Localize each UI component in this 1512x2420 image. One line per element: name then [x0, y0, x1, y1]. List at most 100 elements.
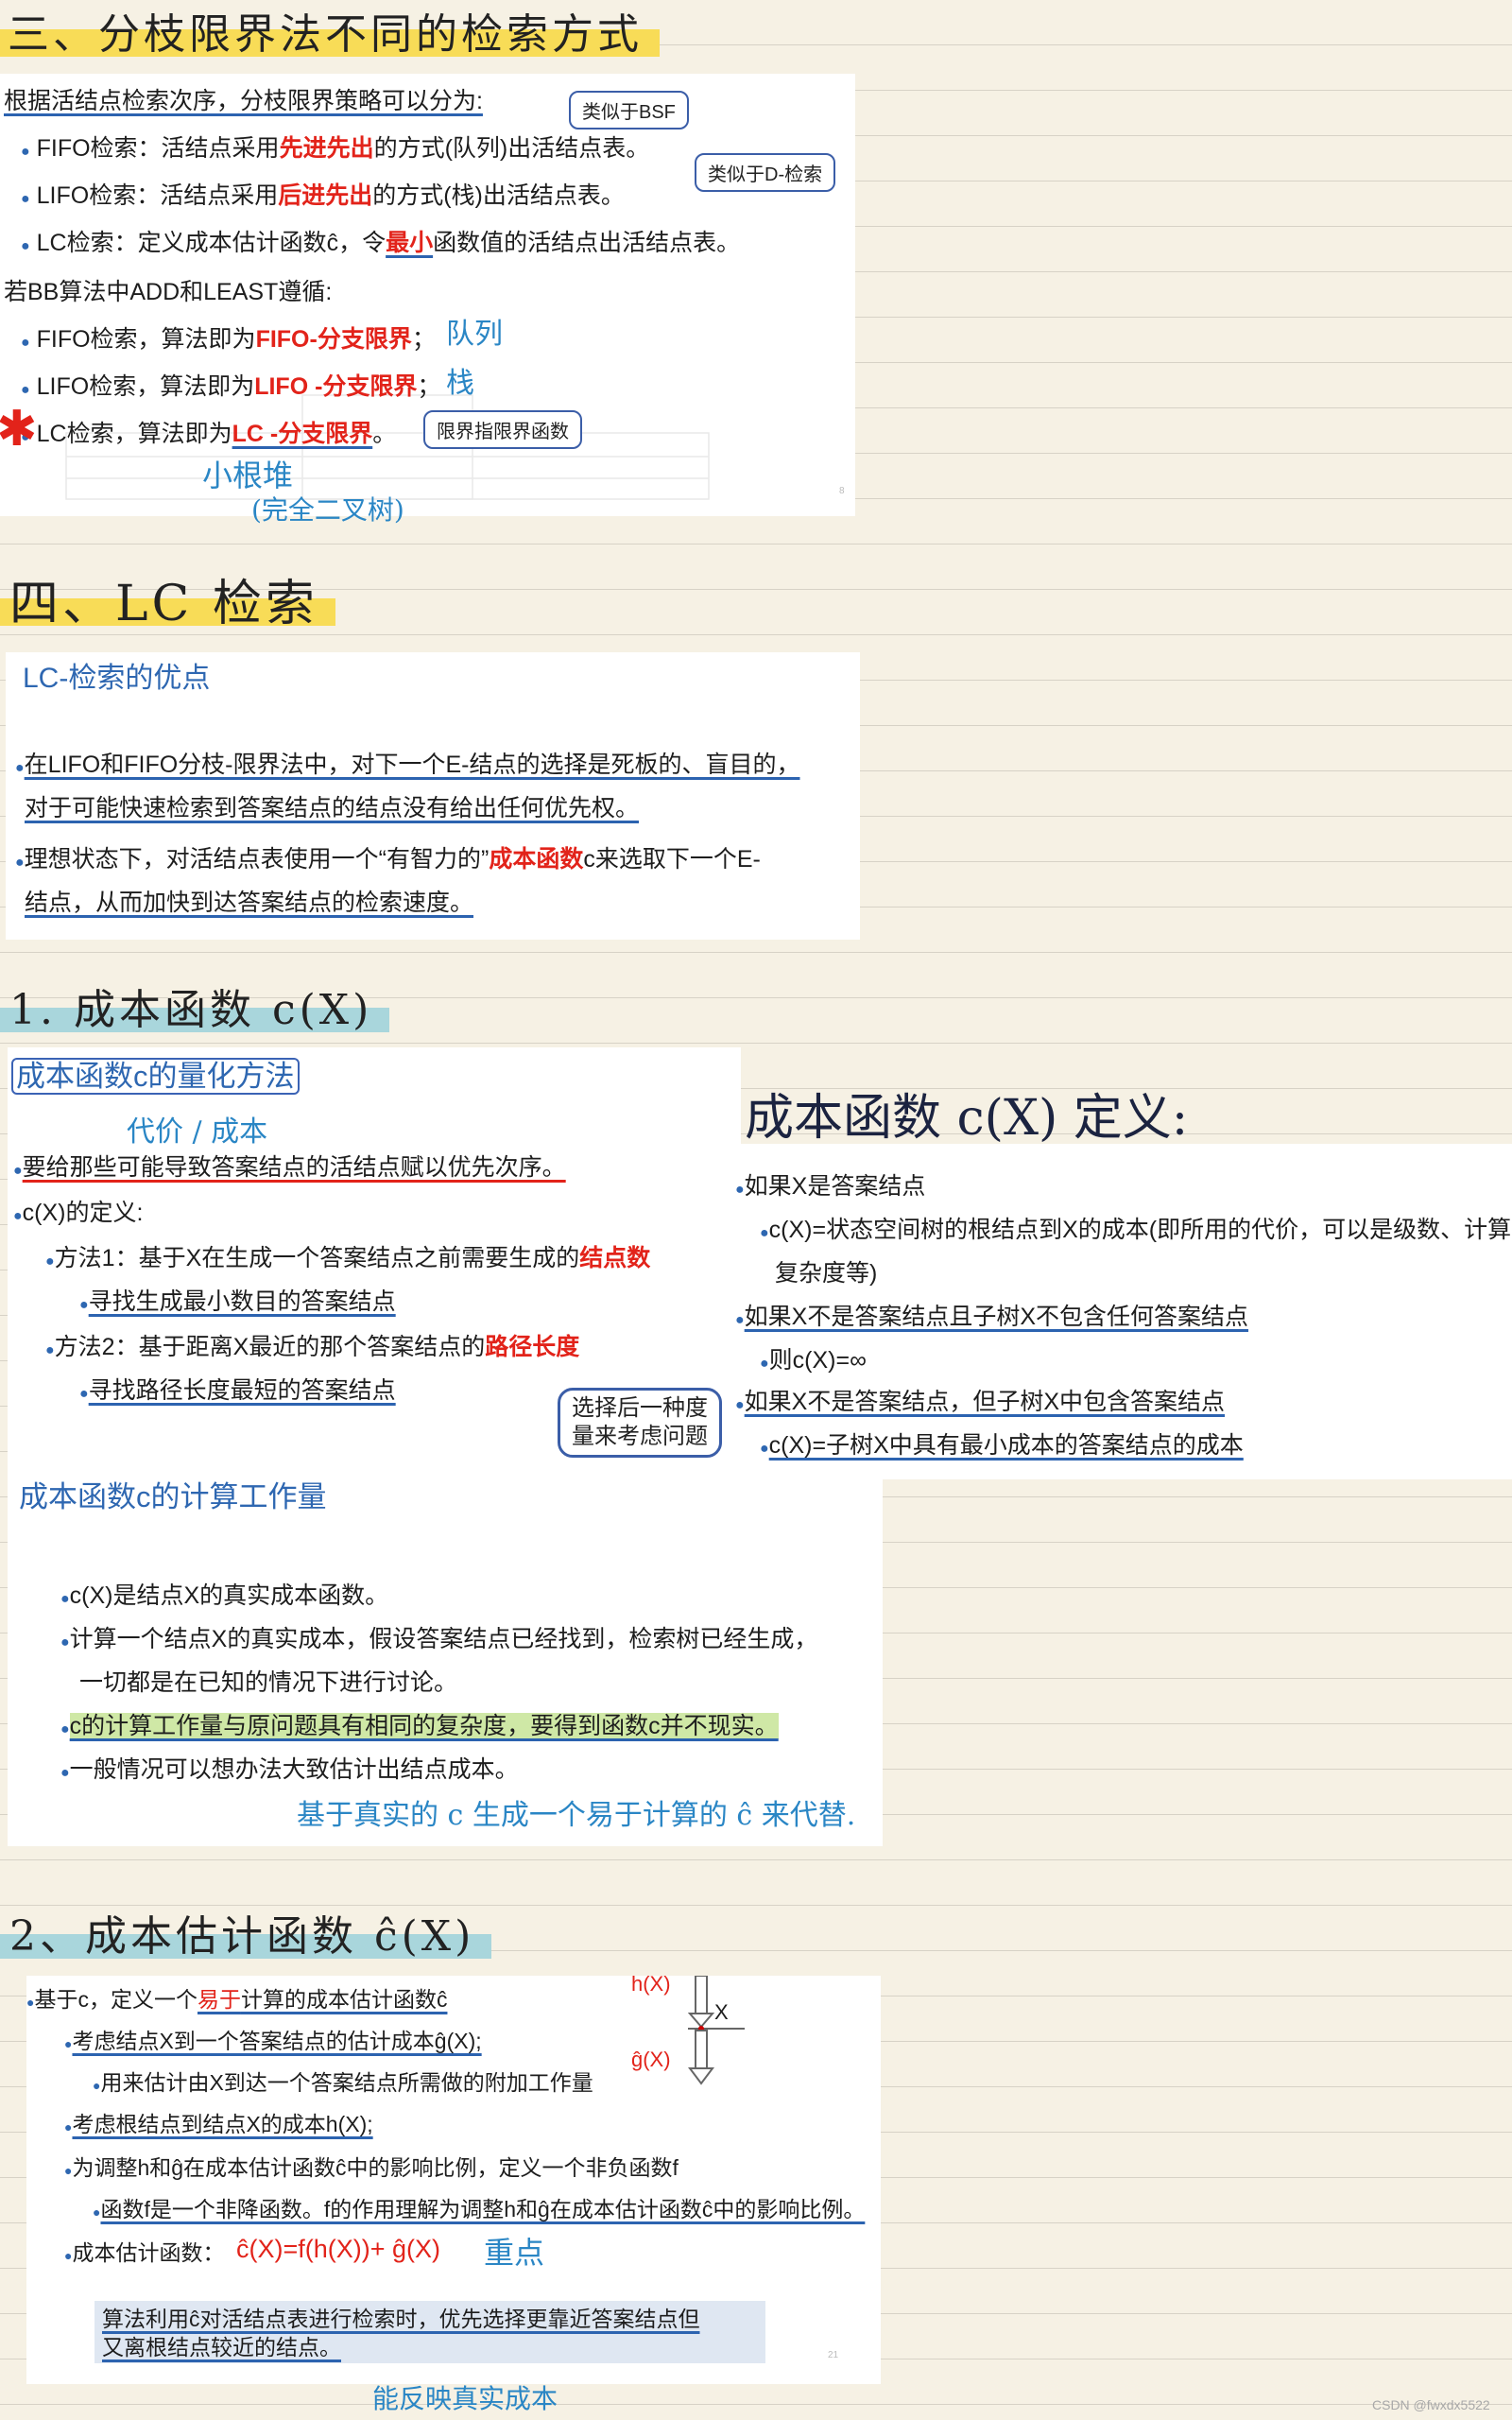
- note-cost: 代价 / 成本: [127, 1115, 268, 1149]
- text: c(X)=状态空间树的根结点到X的成本(即所用的代价，可以是级数、计算: [768, 1217, 1512, 1243]
- text: 。: [372, 421, 397, 447]
- est-e2-sub: ●用来估计由X到达一个答案结点所需做的附加工作量: [93, 2070, 593, 2095]
- text-red: FIFO-分支限界: [255, 326, 412, 353]
- text: c的计算工作量与原问题具有相同的复杂度，要得到函数c并不现实。: [69, 1713, 779, 1739]
- method1: ●方法1：基于X在生成一个答案结点之前需要生成的结点数: [45, 1245, 651, 1271]
- text: c(X)是结点X的真实成本函数。: [69, 1582, 389, 1609]
- text: c来选取下一个E-: [583, 846, 761, 873]
- text: 为调整h和ĝ在成本估计函数ĉ中的影响比例，定义一个非负函数f: [72, 2155, 679, 2180]
- text: FIFO检索：活结点采用: [36, 135, 280, 162]
- text-red: 最小: [386, 230, 434, 256]
- subsection2-title: 2、成本估计函数 ĉ(X): [0, 1910, 492, 1964]
- adv-p1b: 对于可能快速检索到答案结点的结点没有给出任何优先权。: [25, 792, 639, 824]
- est-e3: ●考虑根结点到结点X的成本h(X);: [64, 2112, 373, 2136]
- method2: ●方法2：基于距离X最近的那个答案结点的路径长度: [45, 1334, 580, 1360]
- note-reflect-true-cost: 能反映真实成本: [372, 2383, 558, 2414]
- slide-cost-workload: 成本函数c的计算工作量 ●c(X)是结点X的真实成本函数。 ●计算一个结点X的真…: [8, 1468, 883, 1846]
- adv-p1a: ●在LIFO和FIFO分枝-限界法中，对下一个E-结点的选择是死板的、盲目的，: [15, 752, 800, 778]
- est-e4: ●为调整h和ĝ在成本估计函数ĉ中的影响比例，定义一个非负函数f: [64, 2155, 679, 2180]
- text-red: LIFO -分支限界: [254, 373, 418, 400]
- text: 方法2：基于距离X最近的那个答案结点的: [54, 1334, 486, 1360]
- text: 对于可能快速检索到答案结点的结点没有给出任何优先权。: [25, 795, 640, 821]
- slide-cost-quantify: 成本函数c的量化方法 代价 / 成本 ●要给那些可能导致答案结点的活结点赋以优先…: [8, 1047, 741, 1468]
- text: 如果X是答案结点: [744, 1173, 926, 1200]
- bubble-bsf: 类似于BSF: [569, 91, 689, 130]
- text: 寻找生成最小数目的答案结点: [88, 1288, 396, 1315]
- section4-title: 四、LC 检索: [0, 577, 335, 631]
- text: 的方式(栈)出活结点表。: [372, 182, 625, 209]
- slide-cost-definition: ●如果X是答案结点 ●c(X)=状态空间树的根结点到X的成本(即所用的代价，可以…: [735, 1144, 1512, 1479]
- note-queue: 队列: [446, 318, 503, 351]
- watermark: CSDN @fwxdx5522: [1372, 2397, 1490, 2412]
- text: 算法利用ĉ对活结点表进行检索时，优先选择更靠近答案结点但: [102, 2307, 700, 2331]
- fifo-line: ● FIFO检索：活结点采用先进先出的方式(队列)出活结点表。: [21, 135, 650, 162]
- star-mark: ✱: [0, 401, 38, 458]
- note-page: { "sec3": { "title": "三、分枝限界法不同的检索方式", "…: [0, 0, 1512, 2420]
- bubble-choose: 选择后一种度 量来考虑问题: [558, 1388, 722, 1458]
- cost-quantify-heading: 成本函数c的量化方法: [11, 1057, 300, 1097]
- est-e4-sub: ●函数f是一个非降函数。f的作用理解为调整h和ĝ在成本估计函数ĉ中的影响比例。: [93, 2197, 866, 2221]
- cost-diagram: h(X) X ĝ(X): [631, 1972, 764, 2089]
- text: FIFO检索，算法即为: [36, 326, 256, 353]
- text: 如果X不是答案结点且子树X不包含任何答案结点: [744, 1304, 1249, 1330]
- lc-line: ● LC检索：定义成本估计函数ĉ，令最小函数值的活结点出活结点表。: [21, 230, 741, 256]
- diagram-arrows: [688, 1976, 745, 2085]
- lc-advantages-heading: LC-检索的优点: [23, 663, 211, 694]
- slide-lc-advantages: LC-检索的优点 ●在LIFO和FIFO分枝-限界法中，对下一个E-结点的选择是…: [6, 652, 860, 940]
- text: c(X)=子树X中具有最小成本的答案结点的成本: [768, 1432, 1244, 1459]
- slide-cost-estimate: ●基于c，定义一个易于计算的成本估计函数ĉ ●考虑结点X到一个答案结点的估计成本…: [26, 1972, 881, 2384]
- text: 则c(X)=∞: [768, 1347, 867, 1374]
- text: 函数f是一个非降函数。f的作用理解为调整h和ĝ在成本估计函数ĉ中的影响比例。: [100, 2197, 866, 2221]
- text: 计算的成本估计函数ĉ: [240, 1987, 448, 2012]
- text: 在LIFO和FIFO分枝-限界法中，对下一个E-结点的选择是死板的、盲目的，: [24, 752, 800, 778]
- text: 量来考虑问题: [572, 1424, 708, 1449]
- diagram-h-label: h(X): [631, 1972, 671, 1996]
- subsection1-title: 1. 成本函数 c(X): [0, 983, 390, 1038]
- text-red: 先进先出: [279, 135, 374, 162]
- text: 如果X不是答案结点，但子树X中包含答案结点: [744, 1389, 1226, 1415]
- def-d3-sub: ●c(X)=子树X中具有最小成本的答案结点的成本: [760, 1432, 1244, 1459]
- text: 方法1：基于X在生成一个答案结点之前需要生成的: [54, 1245, 580, 1271]
- cost-workload-heading: 成本函数c的计算工作量: [19, 1480, 327, 1513]
- text: 函数值的活结点出活结点表。: [433, 230, 741, 256]
- text: 寻找路径长度最短的答案结点: [88, 1377, 396, 1404]
- adv-p2a: ●理想状态下，对活结点表使用一个“有智力的”成本函数c来选取下一个E-: [15, 846, 761, 873]
- text: 的方式(队列)出活结点表。: [373, 135, 650, 162]
- slide-number: 8: [839, 486, 845, 496]
- bubble-limit: 限界指限界函数: [423, 410, 582, 449]
- est-e5: ●成本估计函数：: [64, 2240, 225, 2265]
- bb-rule-line: 若BB算法中ADD和LEAST遵循:: [4, 279, 333, 305]
- summary-line2: 又离根结点较近的结点。: [102, 2331, 341, 2363]
- def-d1-sub: ●c(X)=状态空间树的根结点到X的成本(即所用的代价，可以是级数、计算: [760, 1217, 1512, 1243]
- text: 选择后一种度: [572, 1395, 708, 1421]
- work-w2b: 一切都是在已知的情况下进行讨论。: [79, 1669, 458, 1696]
- text: 成本函数c的量化方法: [11, 1058, 300, 1095]
- slide-number: 21: [828, 2350, 839, 2360]
- text-red: 结点数: [579, 1245, 651, 1271]
- note-estimate: 基于真实的 c 生成一个易于计算的 ĉ 来代替.: [297, 1799, 856, 1832]
- text: ；: [411, 326, 436, 353]
- quantify-b2: ●c(X)的定义:: [13, 1200, 144, 1226]
- work-w4: ●一般情况可以想办法大致估计出结点成本。: [60, 1756, 519, 1783]
- bb-lifo-line: ● LIFO检索，算法即为LIFO -分支限界；: [21, 373, 441, 400]
- text: 用来估计由X到达一个答案结点所需做的附加工作量: [100, 2070, 593, 2095]
- est-e1: ●基于c，定义一个易于计算的成本估计函数ĉ: [26, 1987, 448, 2012]
- work-w3: ●c的计算工作量与原问题具有相同的复杂度，要得到函数c并不现实。: [60, 1713, 779, 1739]
- text: 理想状态下，对活结点表使用一个“有智力的”: [24, 846, 490, 873]
- diagram-g-label: ĝ(X): [631, 2048, 671, 2071]
- section3-title: 三、分枝限界法不同的检索方式: [0, 8, 660, 62]
- search-order-line: 根据活结点检索次序，分枝限界策略可以分为:: [4, 85, 483, 117]
- method2-sub: ●寻找路径长度最短的答案结点: [79, 1377, 396, 1404]
- text: c(X)的定义:: [22, 1200, 144, 1226]
- text: 一般情况可以想办法大致估计出结点成本。: [69, 1756, 519, 1783]
- hand-definition-title: 成本函数 c(X) 定义:: [745, 1090, 1189, 1147]
- text: LC检索，算法即为: [36, 421, 232, 447]
- text: LIFO检索：活结点采用: [36, 182, 279, 209]
- text-red: 成本函数: [489, 846, 584, 873]
- method1-sub: ●寻找生成最小数目的答案结点: [79, 1288, 396, 1315]
- def-d1: ●如果X是答案结点: [735, 1173, 926, 1200]
- text: ；: [417, 373, 441, 400]
- text: 又离根结点较近的结点。: [102, 2335, 341, 2360]
- summary-box: 算法利用ĉ对活结点表进行检索时，优先选择更靠近答案结点但 又离根结点较近的结点。: [94, 2301, 765, 2363]
- note-stack: 栈: [446, 367, 474, 400]
